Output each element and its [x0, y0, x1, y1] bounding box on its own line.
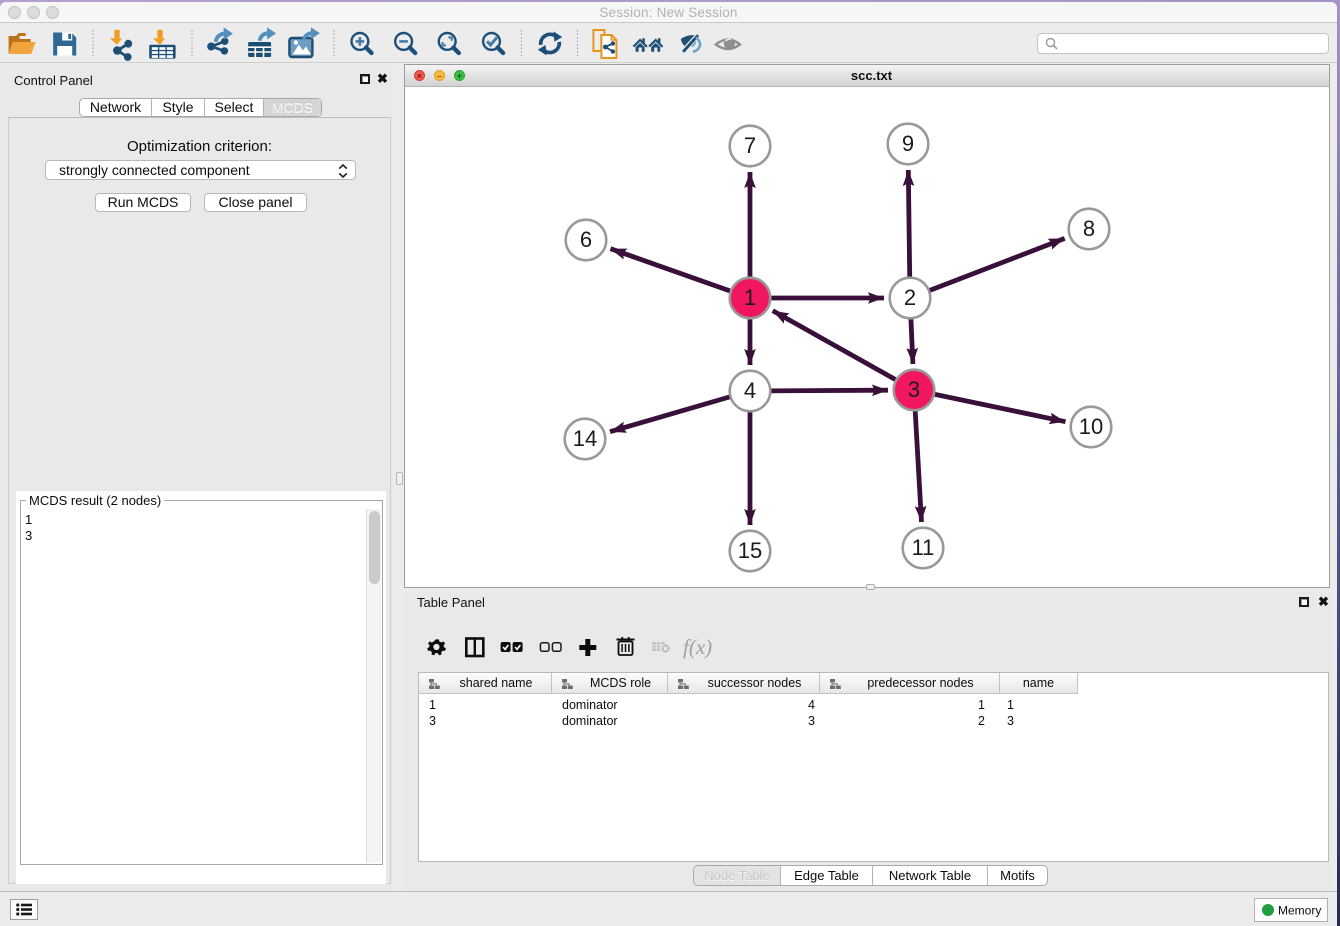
svg-text:1: 1	[744, 285, 756, 310]
svg-text:8: 8	[1083, 216, 1095, 241]
svg-text:11: 11	[912, 535, 935, 560]
svg-text:15: 15	[738, 538, 762, 563]
svg-text:3: 3	[908, 377, 920, 402]
svg-text:9: 9	[902, 131, 914, 156]
svg-text:6: 6	[580, 227, 592, 252]
svg-text:4: 4	[744, 378, 756, 403]
svg-text:7: 7	[744, 133, 756, 158]
svg-text:f(x): f(x)	[683, 637, 712, 659]
svg-text:14: 14	[573, 426, 597, 451]
svg-text:10: 10	[1079, 414, 1103, 439]
svg-text:2: 2	[904, 285, 916, 310]
svg-text:Memory: Memory	[1278, 904, 1321, 918]
